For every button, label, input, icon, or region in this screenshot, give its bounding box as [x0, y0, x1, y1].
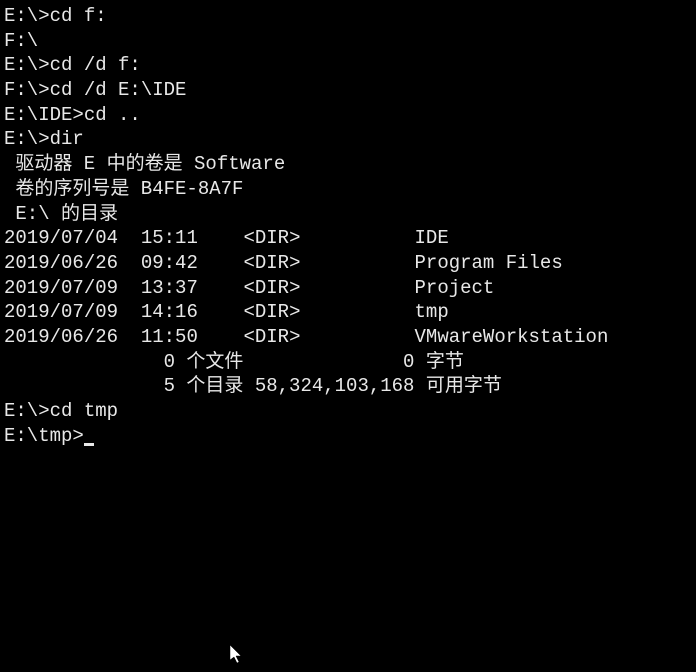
command: cd /d E:\IDE	[50, 79, 187, 101]
entry-type: <DIR>	[243, 252, 300, 274]
entry-type: <DIR>	[243, 227, 300, 249]
command-line: E:\>cd tmp	[4, 399, 692, 424]
prompt: E:\>	[4, 54, 50, 76]
entry-name: IDE	[415, 227, 449, 249]
dir-serial-line: 卷的序列号是 B4FE-8A7F	[4, 177, 692, 202]
command: dir	[50, 128, 84, 150]
prompt: E:\>	[4, 5, 50, 27]
entry-date: 2019/07/04	[4, 227, 118, 249]
command-line: E:\>cd f:	[4, 4, 692, 29]
entry-time: 14:16	[141, 301, 198, 323]
command-line: F:\>cd /d E:\IDE	[4, 78, 692, 103]
dir-path-line: E:\ 的目录	[4, 202, 692, 227]
terminal-output[interactable]: E:\>cd f: F:\ E:\>cd /d f: F:\>cd /d E:\…	[4, 4, 692, 448]
entry-type: <DIR>	[243, 326, 300, 348]
cursor-icon	[84, 443, 94, 446]
entry-name: Program Files	[415, 252, 563, 274]
entry-name: VMwareWorkstation	[415, 326, 609, 348]
dir-summary-files: 0 个文件 0 字节	[4, 350, 692, 375]
entry-date: 2019/06/26	[4, 252, 118, 274]
dir-entry: 2019/06/26 09:42 <DIR> Program Files	[4, 251, 692, 276]
entry-date: 2019/07/09	[4, 301, 118, 323]
entry-type: <DIR>	[243, 277, 300, 299]
prompt: E:\>	[4, 400, 50, 422]
prompt: F:\>	[4, 79, 50, 101]
dir-entry: 2019/06/26 11:50 <DIR> VMwareWorkstation	[4, 325, 692, 350]
dir-entry: 2019/07/09 14:16 <DIR> tmp	[4, 300, 692, 325]
command: cd ..	[84, 104, 141, 126]
output-line: F:\	[4, 29, 692, 54]
command-line: E:\>dir	[4, 127, 692, 152]
command-line: E:\>cd /d f:	[4, 53, 692, 78]
dir-entry: 2019/07/04 15:11 <DIR> IDE	[4, 226, 692, 251]
entry-type: <DIR>	[243, 301, 300, 323]
entry-time: 11:50	[141, 326, 198, 348]
command: cd tmp	[50, 400, 118, 422]
prompt: E:\tmp>	[4, 425, 84, 447]
entry-date: 2019/06/26	[4, 326, 118, 348]
command: cd /d f:	[50, 54, 141, 76]
command: cd f:	[50, 5, 107, 27]
mouse-pointer-icon	[230, 645, 244, 665]
prompt: E:\IDE>	[4, 104, 84, 126]
entry-time: 15:11	[141, 227, 198, 249]
entry-time: 13:37	[141, 277, 198, 299]
prompt: E:\>	[4, 128, 50, 150]
entry-name: Project	[415, 277, 495, 299]
dir-entry: 2019/07/09 13:37 <DIR> Project	[4, 276, 692, 301]
entry-date: 2019/07/09	[4, 277, 118, 299]
dir-volume-line: 驱动器 E 中的卷是 Software	[4, 152, 692, 177]
dir-summary-dirs: 5 个目录 58,324,103,168 可用字节	[4, 374, 692, 399]
current-prompt-line[interactable]: E:\tmp>	[4, 424, 692, 449]
command-line: E:\IDE>cd ..	[4, 103, 692, 128]
entry-name: tmp	[415, 301, 449, 323]
entry-time: 09:42	[141, 252, 198, 274]
